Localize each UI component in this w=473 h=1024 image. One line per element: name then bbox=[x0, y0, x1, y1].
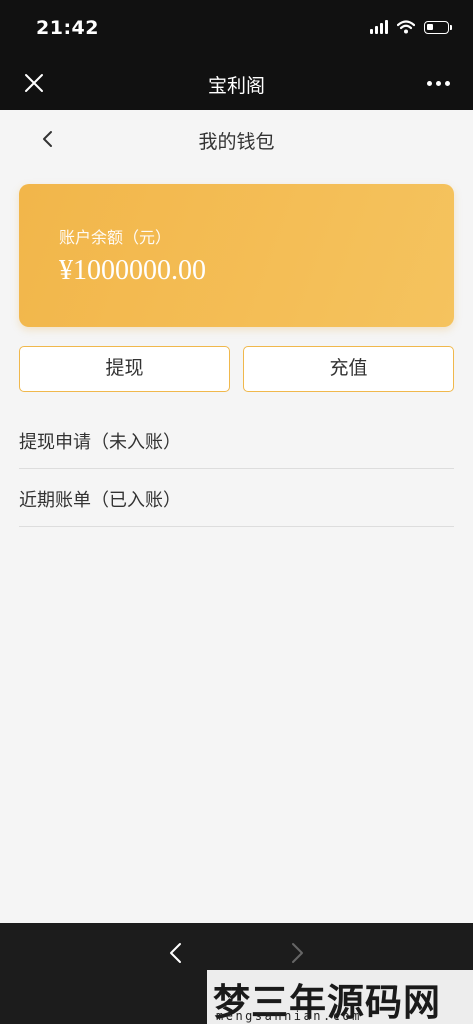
status-bar: 21:42 bbox=[0, 0, 473, 58]
list-item-label: 近期账单（已入账） bbox=[19, 490, 181, 511]
balance-card: 账户余额（元） ¥1000000.00 bbox=[19, 184, 454, 327]
list-item-withdraw-requests[interactable]: 提现申请（未入账） bbox=[19, 411, 454, 469]
balance-amount: ¥1000000.00 bbox=[59, 255, 206, 286]
list-item-recent-bills[interactable]: 近期账单（已入账） bbox=[19, 469, 454, 527]
title-bar: 宝利阁 bbox=[0, 58, 473, 110]
more-icon[interactable] bbox=[427, 73, 453, 93]
chevron-left-icon[interactable] bbox=[165, 941, 187, 965]
signal-icon bbox=[370, 20, 388, 34]
wallet-screen: 21:42 宝利阁 我的钱包 账户余额（元） ¥1000000.00 提现 充值… bbox=[0, 0, 473, 1024]
recharge-button[interactable]: 充值 bbox=[243, 346, 454, 392]
page-title: 我的钱包 bbox=[198, 131, 275, 153]
status-time: 21:42 bbox=[36, 17, 99, 39]
page-header: 我的钱包 bbox=[0, 110, 473, 168]
list-item-label: 提现申请（未入账） bbox=[19, 432, 181, 453]
withdraw-button[interactable]: 提现 bbox=[19, 346, 230, 392]
app-title: 宝利阁 bbox=[207, 75, 265, 97]
chevron-right-icon[interactable] bbox=[286, 941, 308, 965]
watermark-url: mengsannian.com bbox=[216, 1009, 362, 1023]
wifi-icon bbox=[397, 20, 415, 34]
watermark: 梦三年源码网 mengsannian.com bbox=[207, 970, 473, 1024]
status-icons bbox=[370, 20, 452, 34]
battery-icon bbox=[424, 20, 452, 34]
balance-label: 账户余额（元） bbox=[59, 228, 172, 247]
